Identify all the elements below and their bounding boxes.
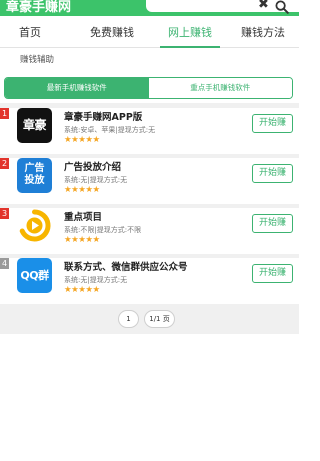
app-title[interactable]: 重点项目 <box>64 209 102 223</box>
tab-latest-apps[interactable]: 最新手机赚钱软件 <box>5 78 149 98</box>
software-tabs: 最新手机赚钱软件 重点手机赚钱软件 <box>4 77 293 99</box>
key-project-icon[interactable] <box>17 208 52 243</box>
start-earn-button[interactable]: 开始赚 <box>252 264 293 283</box>
zhanghao-app-icon[interactable]: 章豪 <box>17 108 52 143</box>
rating-stars: ★★★★★ <box>64 285 100 295</box>
app-title[interactable]: 广告投放介绍 <box>64 159 121 173</box>
top-bar: 章豪手赚网 ✖ <box>0 0 299 16</box>
nav-online-earn[interactable]: 网上赚钱 <box>160 22 220 48</box>
pagination: 1 1/1 页 <box>0 310 299 338</box>
app-icon-text: 广告投放 <box>24 163 45 186</box>
rating-stars: ★★★★★ <box>64 235 100 245</box>
rank-badge: 4 <box>0 258 9 269</box>
app-title[interactable]: 联系方式、微信群供应公众号 <box>64 259 188 273</box>
rank-badge: 3 <box>0 208 9 219</box>
start-earn-button[interactable]: 开始赚 <box>252 164 293 183</box>
start-earn-button[interactable]: 开始赚 <box>252 114 293 133</box>
clear-icon[interactable]: ✖ <box>258 0 269 12</box>
app-icon-text: 章豪 <box>22 118 47 132</box>
qq-group-icon[interactable]: QQ群 <box>17 258 52 293</box>
list-item[interactable]: 4 QQ群 联系方式、微信群供应公众号 系统:无|提现方式:无 ★★★★★ 开始… <box>0 258 299 304</box>
start-earn-button[interactable]: 开始赚 <box>252 214 293 233</box>
search-input[interactable] <box>152 0 262 12</box>
page-current-button[interactable]: 1 <box>118 310 139 328</box>
list-item[interactable]: 3 重点项目 系统:不限|提现方式:不限 ★★★★★ 开始赚 <box>0 208 299 254</box>
main-nav: 首页 免费赚钱 网上赚钱 赚钱方法 <box>0 22 299 48</box>
page-total-button[interactable]: 1/1 页 <box>144 310 175 328</box>
nav-earn-methods[interactable]: 赚钱方法 <box>233 22 293 48</box>
app-title[interactable]: 章豪手赚网APP版 <box>64 109 142 123</box>
rank-badge: 2 <box>0 158 9 169</box>
list-item[interactable]: 2 广告投放 广告投放介绍 系统:无|提现方式:无 ★★★★★ 开始赚 <box>0 158 299 204</box>
app-list: 1 章豪 章豪手赚网APP版 系统:安卓、苹果|提现方式:无 ★★★★★ 开始赚… <box>0 103 299 334</box>
nav-free-earn[interactable]: 免费赚钱 <box>82 22 142 48</box>
app-meta: 系统:安卓、苹果|提现方式:无 <box>64 126 156 134</box>
ad-app-icon[interactable]: 广告投放 <box>17 158 52 193</box>
app-meta: 系统:无|提现方式:无 <box>64 276 128 284</box>
app-meta: 系统:不限|提现方式:不限 <box>64 226 142 234</box>
rating-stars: ★★★★★ <box>64 185 100 195</box>
site-logo[interactable]: 章豪手赚网 <box>6 0 71 16</box>
search-icon[interactable] <box>275 0 289 14</box>
app-meta: 系统:无|提现方式:无 <box>64 176 128 184</box>
nav-home[interactable]: 首页 <box>8 22 52 48</box>
play-logo-icon <box>19 209 51 242</box>
rank-badge: 1 <box>0 108 9 119</box>
app-icon-text: QQ群 <box>20 269 49 282</box>
section-title: 赚钱辅助 <box>0 50 299 70</box>
list-item[interactable]: 1 章豪 章豪手赚网APP版 系统:安卓、苹果|提现方式:无 ★★★★★ 开始赚 <box>0 108 299 154</box>
tab-key-apps[interactable]: 重点手机赚钱软件 <box>148 78 292 98</box>
rating-stars: ★★★★★ <box>64 135 100 145</box>
